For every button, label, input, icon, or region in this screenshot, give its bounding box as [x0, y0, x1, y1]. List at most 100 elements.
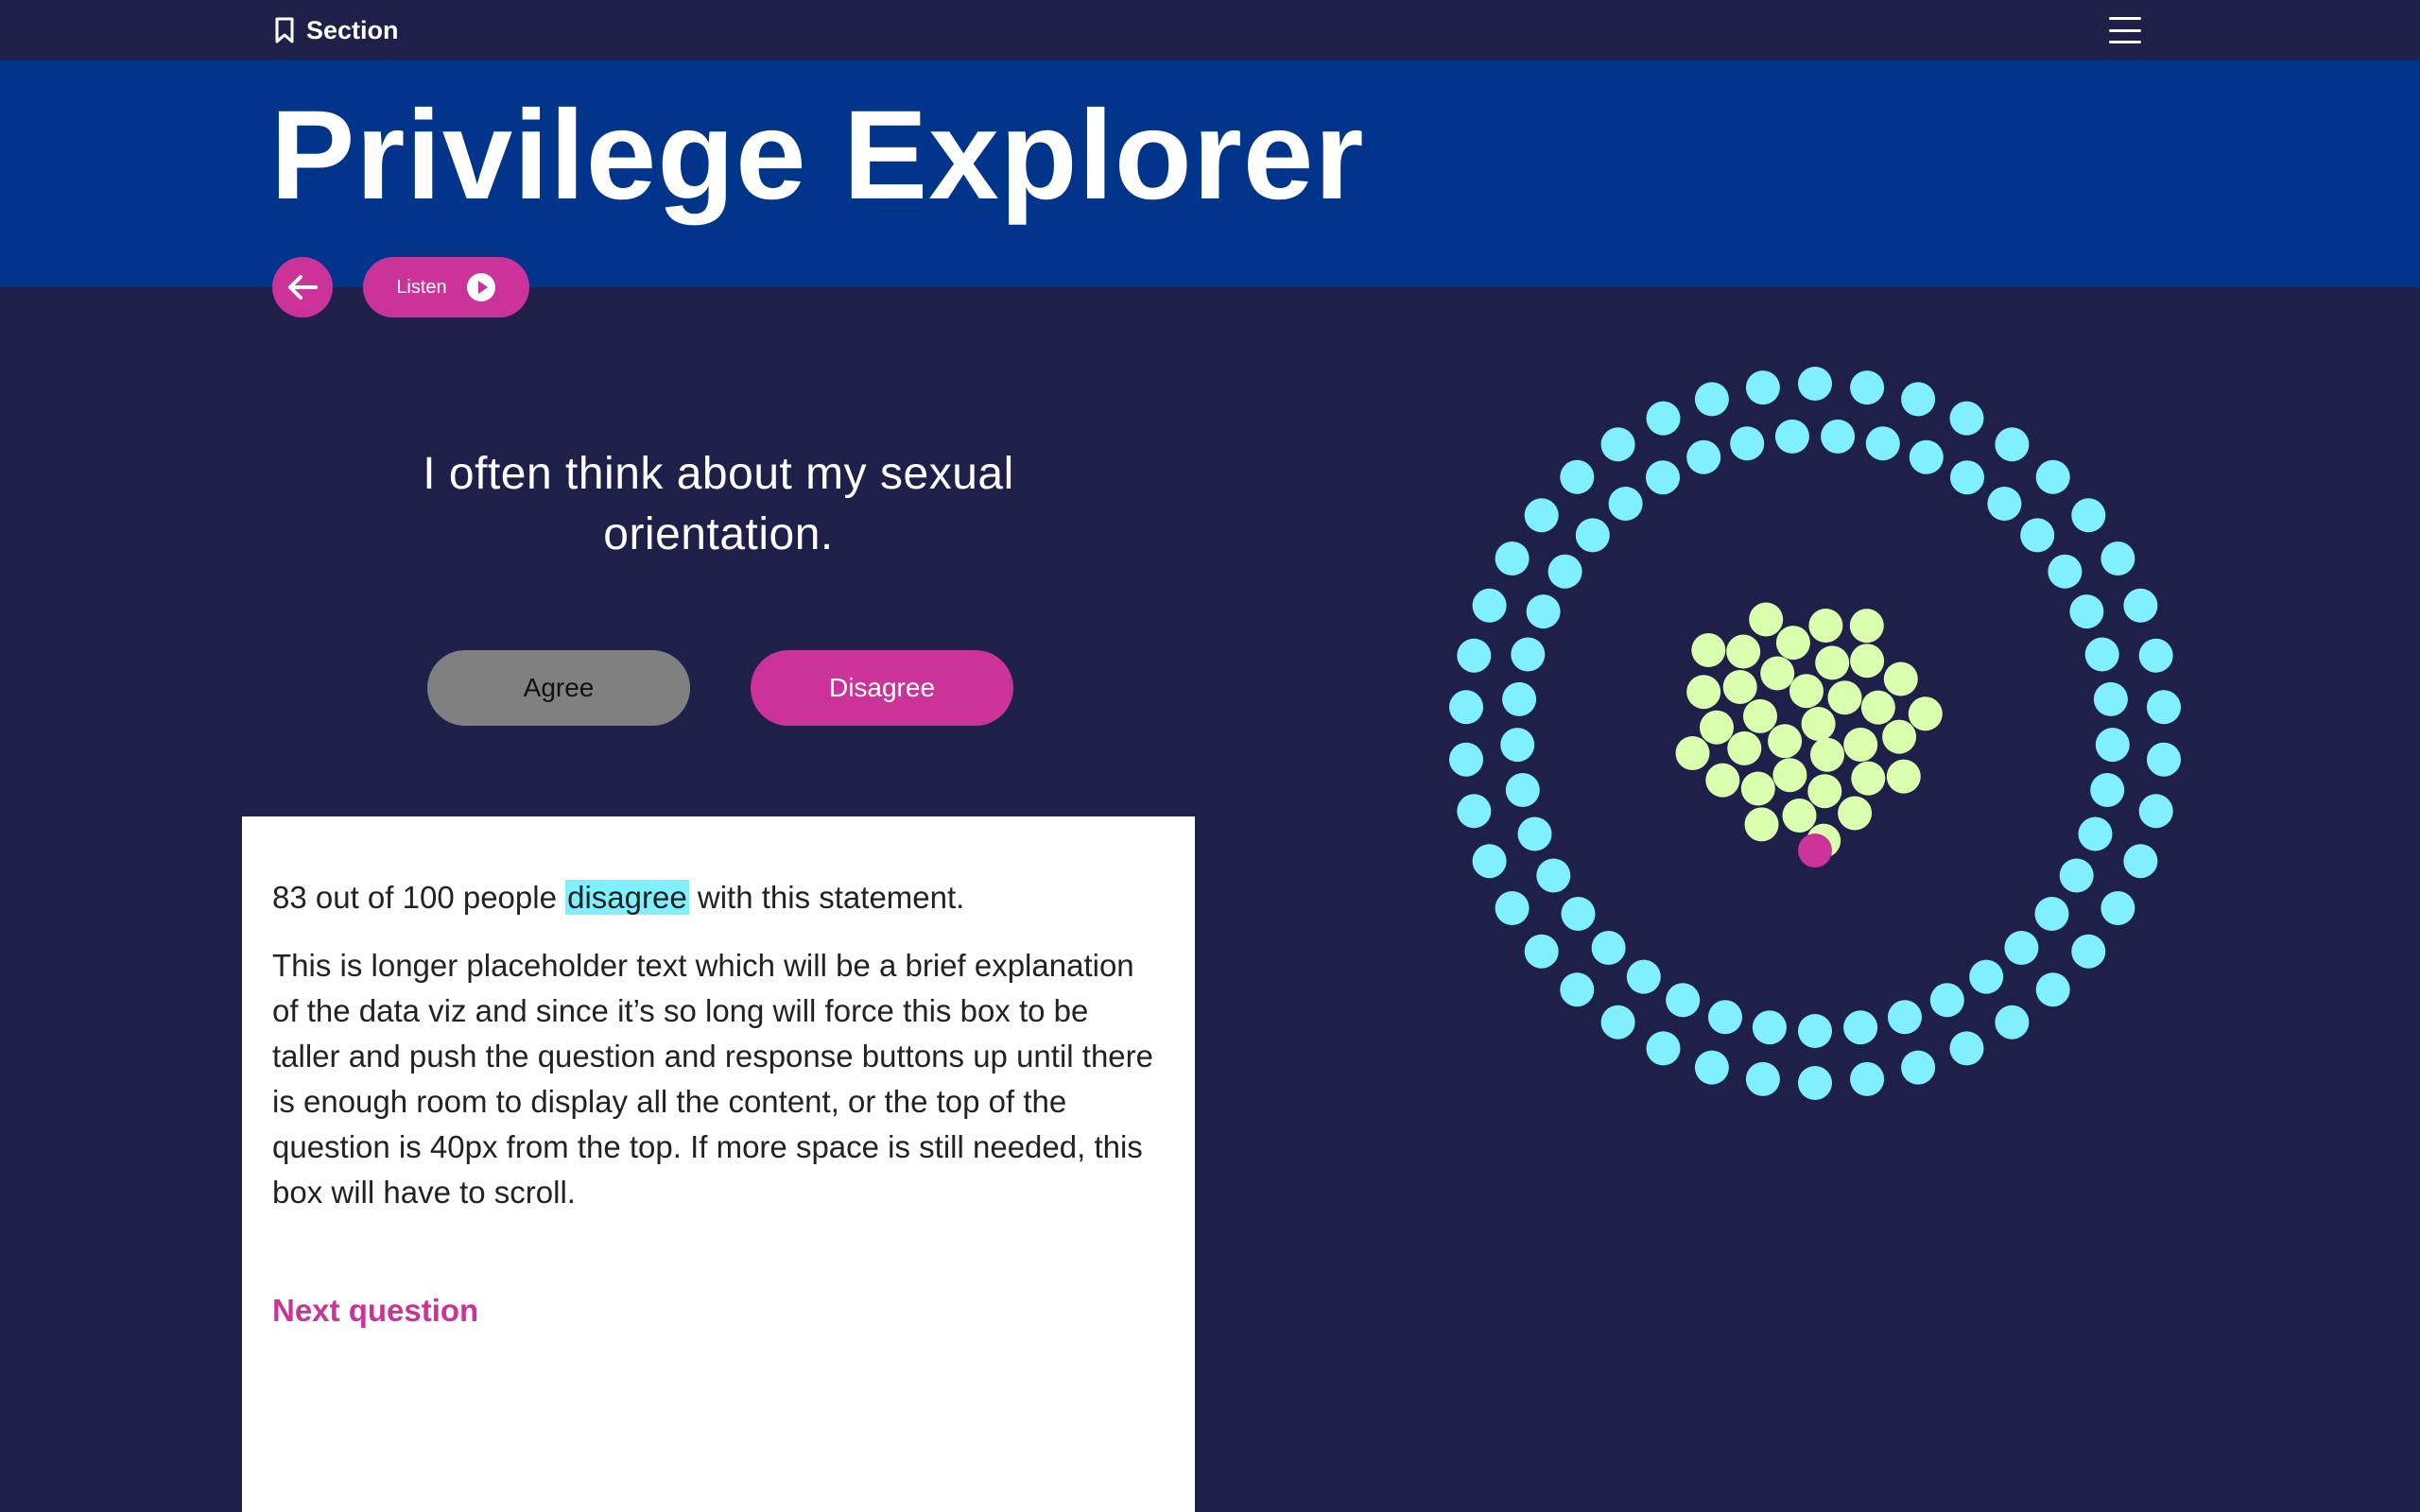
disagree-dot [1798, 367, 1832, 401]
disagree-dot [1995, 1005, 2030, 1040]
disagree-dot [1995, 427, 2030, 462]
agree-dot [1882, 719, 1917, 754]
result-explanation: This is longer placeholder text which wi… [272, 948, 1153, 1210]
disagree-dot [1821, 419, 1856, 454]
disagree-dot [1472, 844, 1507, 879]
your-response-dot [1798, 833, 1832, 868]
menu-button[interactable] [2106, 13, 2144, 47]
disagree-dot [1495, 541, 1530, 576]
stat-suffix: with this statement. [697, 880, 965, 915]
disagree-dot [1949, 1031, 1984, 1066]
agree-dot [1908, 696, 1943, 731]
disagree-dot [1560, 972, 1595, 1007]
agree-dot [1801, 707, 1836, 741]
disagree-dot [1495, 891, 1530, 925]
agree-dot [1722, 670, 1757, 704]
agree-dot [1886, 759, 1921, 794]
agree-dot [1744, 807, 1779, 842]
agree-dot [1727, 730, 1762, 765]
disagree-dot [1500, 728, 1535, 763]
disagree-dot [2090, 773, 2125, 807]
section-link[interactable]: Section [272, 11, 399, 49]
disagree-dot [1457, 794, 1492, 829]
disagree-dot [2147, 742, 2181, 777]
disagree-dot [1511, 637, 1546, 672]
arrow-left-icon [288, 275, 318, 300]
disagree-dot [1745, 1061, 1780, 1096]
disagree-dot [1626, 959, 1661, 994]
disagree-dot [1502, 681, 1537, 716]
disagree-dot [1591, 931, 1626, 965]
next-question-link[interactable]: Next question [272, 1293, 1165, 1329]
result-statistic: 83 out of 100 people disagree with this … [272, 877, 1165, 919]
disagree-dot [2138, 794, 2173, 829]
agree-dot [1843, 728, 1878, 762]
disagree-dot [1505, 773, 1540, 807]
agree-dot [1775, 626, 1810, 661]
agree-dot [1772, 758, 1807, 793]
disagree-dot [1646, 460, 1680, 495]
agree-dot [1700, 710, 1734, 745]
disagree-dot [1608, 487, 1643, 521]
disagree-dot [1745, 370, 1780, 405]
hamburger-icon-line [2109, 17, 2141, 20]
disagree-dot [1950, 460, 1984, 495]
disagree-dot [1449, 690, 1483, 725]
disagree-dot [1526, 594, 1561, 629]
disagree-dot [1457, 638, 1492, 673]
agree-dot [1768, 724, 1803, 759]
disagree-dot [1536, 858, 1571, 893]
disagree-dot [2084, 637, 2119, 672]
agree-dot [1789, 674, 1824, 709]
disagree-dot [1600, 427, 1635, 462]
disagree-dot [2123, 588, 2158, 623]
disagree-dot [2035, 459, 2070, 494]
agree-dot [1807, 774, 1842, 809]
disagree-dot [2035, 972, 2070, 1007]
response-dot-visualization [1449, 367, 2181, 1100]
disagree-dot [1929, 983, 1964, 1018]
disagree-dot [1686, 439, 1721, 474]
hamburger-icon-line [2109, 41, 2141, 43]
agree-dot [1850, 644, 1885, 679]
disagree-button[interactable]: Disagree [751, 650, 1013, 726]
disagree-dot [1449, 742, 1483, 777]
disagree-dot [2071, 498, 2106, 533]
disagree-dot [1798, 1066, 1832, 1100]
agree-dot [1691, 633, 1726, 667]
disagree-dot [1517, 816, 1552, 851]
agree-dot [1808, 609, 1843, 643]
agree-dot [1815, 645, 1850, 680]
disagree-dot [1600, 1005, 1635, 1040]
agree-button[interactable]: Agree [427, 650, 690, 726]
disagree-dot [1694, 1050, 1729, 1085]
listen-button[interactable]: Listen [363, 257, 529, 318]
bookmark-icon [275, 17, 294, 43]
agree-dot [1883, 662, 1918, 696]
disagree-dot [1730, 426, 1765, 461]
page-title: Privilege Explorer [270, 85, 1365, 226]
disagree-dot [2147, 690, 2181, 725]
disagree-dot [1708, 1000, 1742, 1035]
disagree-dot [1901, 1050, 1936, 1085]
back-button[interactable] [272, 257, 333, 318]
agree-dot [1749, 602, 1784, 637]
disagree-dot [1561, 897, 1596, 931]
agree-dot [1838, 796, 1873, 831]
disagree-dot [1969, 959, 2004, 994]
agree-dot [1810, 737, 1844, 772]
disagree-dot [2071, 934, 2106, 969]
disagree-dot [1888, 1000, 1922, 1035]
agree-dot [1849, 609, 1884, 644]
agree-dot [1782, 799, 1817, 833]
listen-label: Listen [396, 276, 447, 298]
agree-dot [1760, 656, 1795, 691]
disagree-dot [1865, 426, 1900, 461]
disagree-dot [1987, 487, 2022, 521]
disagree-dot [1666, 983, 1701, 1018]
disagree-dot [1843, 1010, 1878, 1045]
disagree-dot [2095, 728, 2130, 763]
disagree-dot [1901, 382, 1936, 417]
stat-highlight: disagree [565, 880, 689, 915]
disagree-dot [1646, 1031, 1681, 1066]
